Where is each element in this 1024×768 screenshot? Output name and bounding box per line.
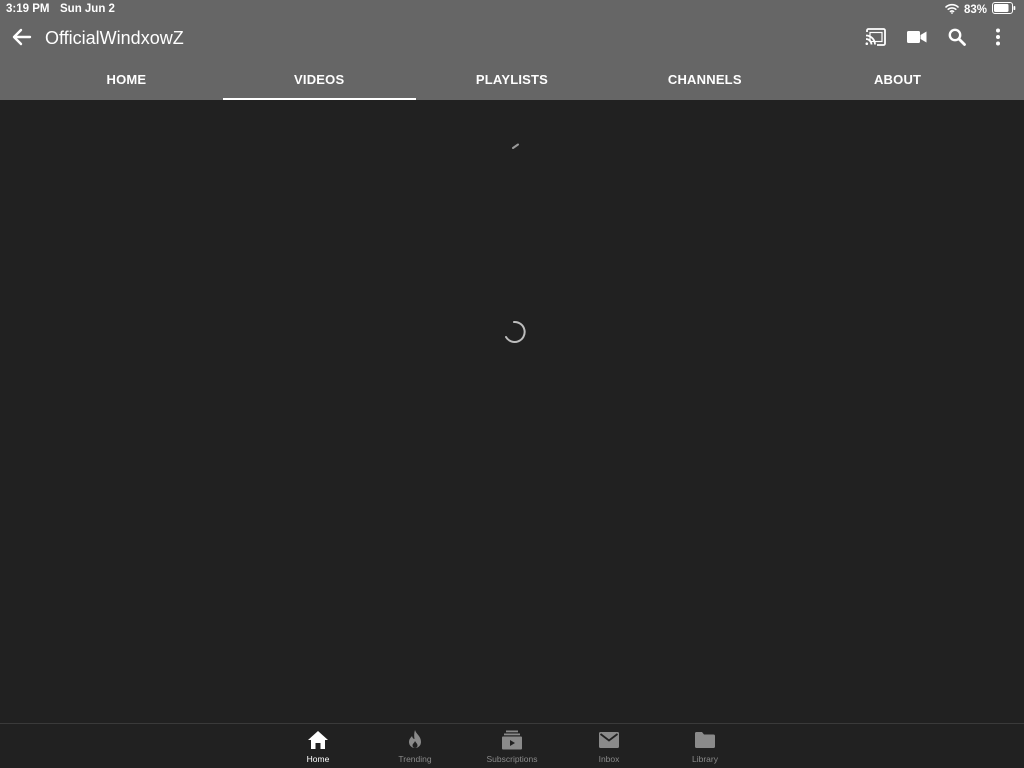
status-time: 3:19 PM — [6, 3, 50, 15]
battery-percent: 83% — [963, 3, 987, 16]
home-icon — [306, 728, 330, 752]
cast-button[interactable] — [861, 24, 891, 54]
record-video-button[interactable] — [902, 24, 932, 54]
nav-label-trending: Trending — [398, 754, 432, 764]
subscriptions-icon — [500, 728, 524, 752]
battery-icon — [992, 1, 1016, 19]
youtube-channel-screen: 3:19 PM Sun Jun 2 83% OfficialWindxowZ H… — [0, 0, 1024, 768]
nav-label-library: Library — [692, 754, 718, 764]
more-options-button[interactable] — [983, 24, 1013, 54]
top-bar: 3:19 PM Sun Jun 2 83% OfficialWindxowZ H… — [0, 0, 1024, 100]
status-bar: 3:19 PM Sun Jun 2 83% — [0, 0, 1024, 19]
nav-trending[interactable]: Trending — [375, 728, 455, 768]
back-button[interactable] — [8, 25, 36, 53]
tab-home[interactable]: HOME — [30, 59, 223, 100]
tab-about[interactable]: ABOUT — [801, 59, 994, 100]
tab-channels[interactable]: CHANNELS — [608, 59, 801, 100]
bottom-navigation: Home Trending Subscriptions Inbox Librar… — [0, 723, 1024, 768]
nav-library[interactable]: Library — [665, 728, 745, 768]
flame-icon — [403, 728, 427, 752]
wifi-icon — [945, 1, 959, 19]
nav-label-inbox: Inbox — [598, 754, 620, 764]
nav-home[interactable]: Home — [278, 728, 358, 768]
status-right: 83% — [945, 1, 1016, 19]
search-icon — [948, 28, 966, 51]
videos-content-area[interactable] — [0, 100, 1024, 723]
search-button[interactable] — [942, 24, 972, 54]
nav-inbox[interactable]: Inbox — [569, 728, 649, 768]
nav-label-home: Home — [306, 754, 330, 764]
mail-icon — [597, 728, 621, 752]
status-date: Sun Jun 2 — [60, 3, 115, 15]
app-bar: OfficialWindxowZ — [0, 19, 1024, 59]
tab-videos[interactable]: VIDEOS — [222, 59, 416, 100]
tab-playlists[interactable]: PLAYLISTS — [416, 59, 609, 100]
pull-refresh-indicator — [512, 136, 520, 154]
nav-label-subscriptions: Subscriptions — [486, 754, 538, 764]
video-camera-icon — [907, 30, 927, 49]
cast-icon — [865, 27, 887, 51]
channel-title: OfficialWindxowZ — [45, 28, 184, 48]
more-vertical-icon — [995, 28, 1001, 51]
loading-spinner-icon — [500, 318, 528, 346]
arrow-left-icon — [12, 28, 32, 51]
folder-icon — [693, 728, 717, 752]
nav-subscriptions[interactable]: Subscriptions — [472, 728, 552, 768]
channel-tabs: HOME VIDEOS PLAYLISTS CHANNELS ABOUT — [30, 59, 994, 100]
